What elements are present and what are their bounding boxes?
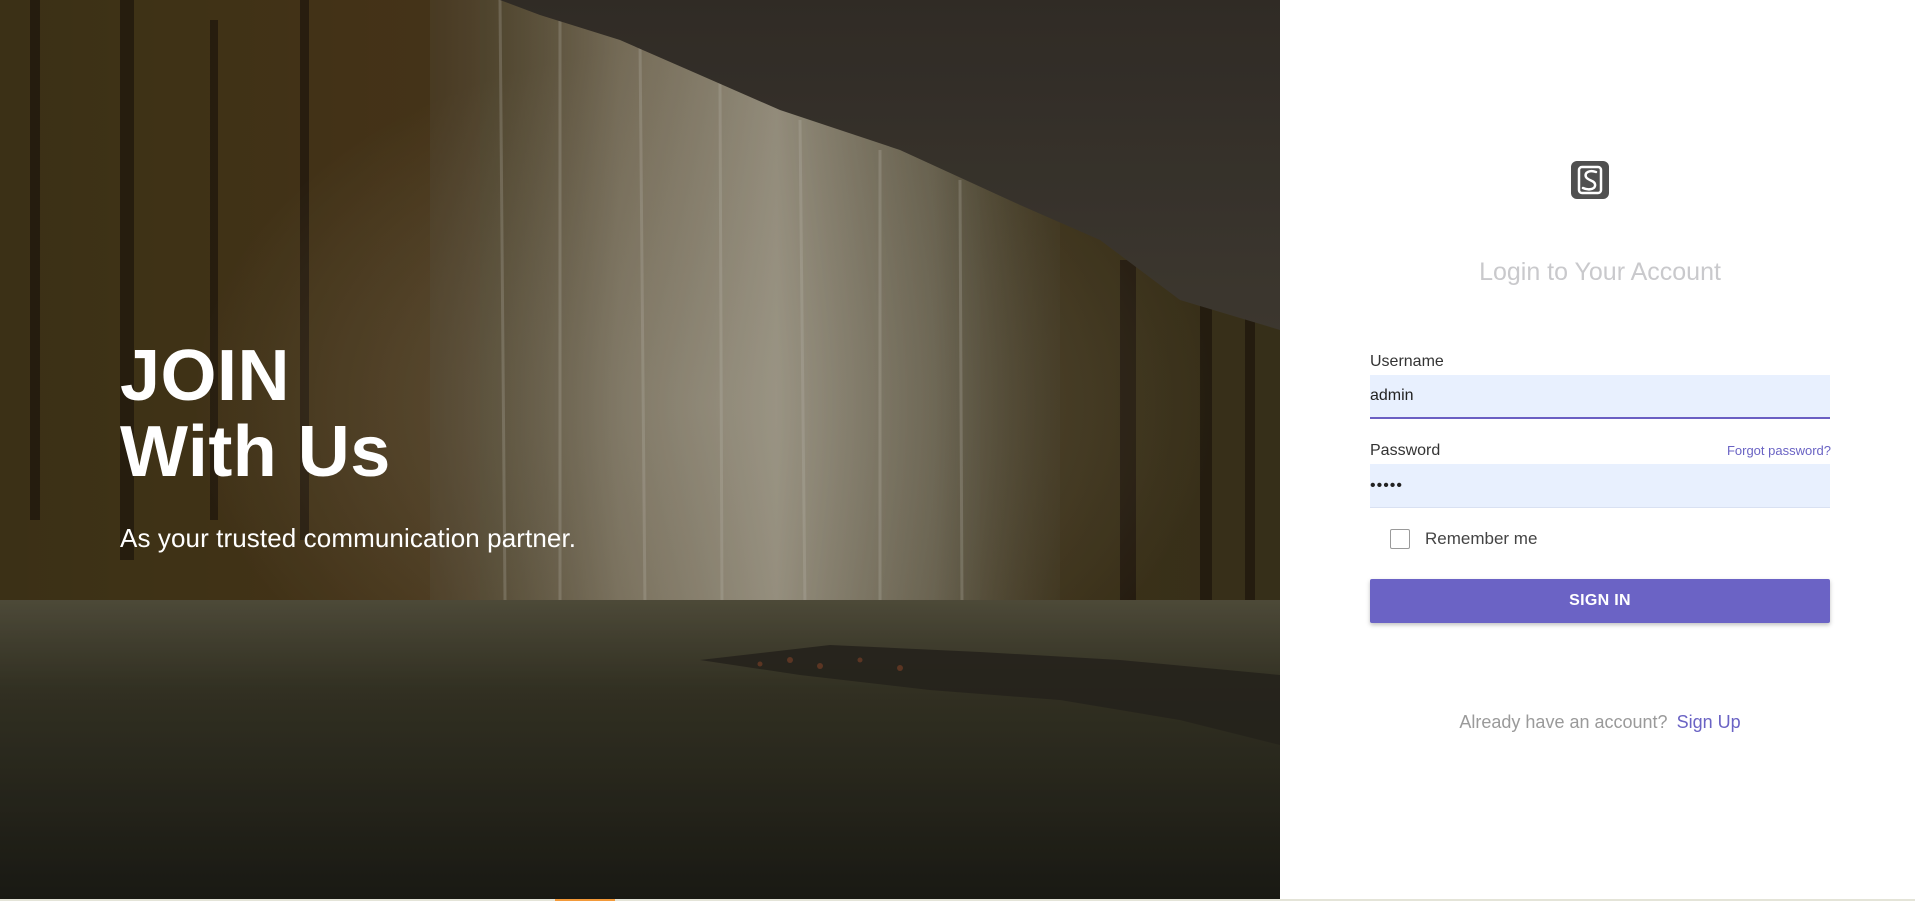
- password-input[interactable]: [1370, 464, 1830, 508]
- signup-prompt-text: Already have an account?: [1459, 712, 1668, 732]
- hero-title: JOIN With Us: [120, 338, 391, 490]
- hero-subtitle: As your trusted communication partner.: [120, 523, 577, 553]
- login-page: JOIN With Us As your trusted communicati…: [0, 0, 1915, 901]
- username-label: Username: [1370, 353, 1444, 370]
- forgot-password-link[interactable]: Forgot password?: [1727, 443, 1831, 458]
- login-title: Login to Your Account: [1479, 258, 1721, 286]
- sign-in-button[interactable]: SIGN IN: [1370, 579, 1830, 623]
- hero-title-line-2: With Us: [120, 412, 391, 492]
- remember-me-checkbox[interactable]: [1390, 529, 1410, 549]
- sign-up-link[interactable]: Sign Up: [1677, 712, 1741, 732]
- login-panel: Login to Your Account Username Password …: [1280, 0, 1915, 899]
- brand-logo-icon: [1571, 161, 1609, 199]
- signup-prompt: Already have an account? Sign Up: [1280, 712, 1915, 733]
- remember-me-label: Remember me: [1425, 529, 1538, 548]
- password-label: Password: [1370, 442, 1441, 459]
- username-input[interactable]: [1370, 375, 1830, 419]
- remember-me-toggle[interactable]: Remember me: [1390, 529, 1537, 549]
- hero-panel: JOIN With Us As your trusted communicati…: [0, 0, 1280, 899]
- hero-title-line-1: JOIN: [120, 336, 291, 416]
